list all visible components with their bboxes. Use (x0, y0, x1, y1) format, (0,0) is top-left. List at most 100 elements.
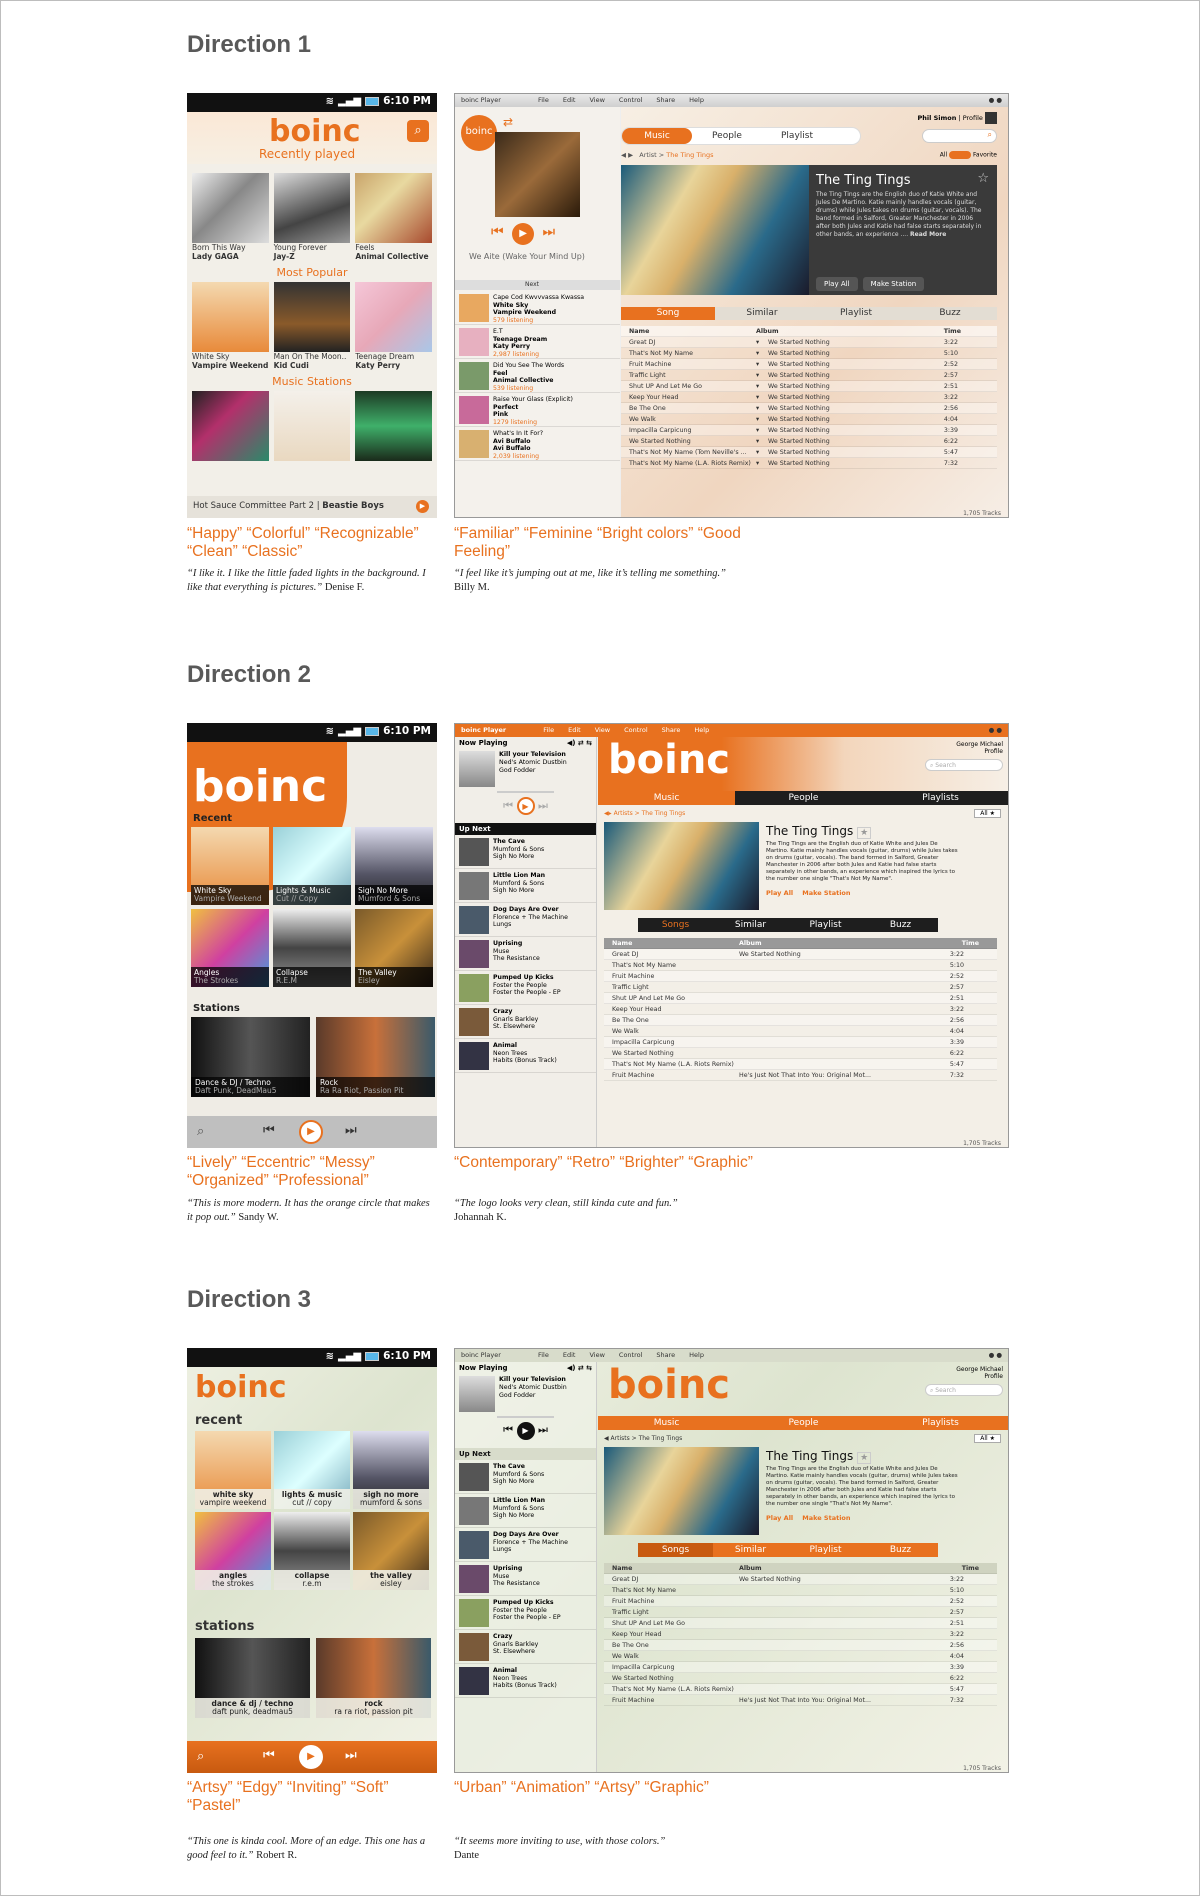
station-tile[interactable]: dance & dj / techno daft punk, deadmau5 (195, 1638, 310, 1718)
next-icon[interactable]: ⏭ (538, 1423, 548, 1436)
table-row[interactable]: That's Not My Name 5:10 (604, 960, 997, 971)
table-row[interactable]: Be The One 2:56 (604, 1015, 997, 1026)
table-row[interactable]: That's Not My Name (L.A. Riots Remix) 5:4… (604, 1059, 997, 1070)
subtab-similar[interactable]: Similar (715, 307, 809, 320)
queue-item[interactable]: Did You See The Words Feel Animal Collecti… (455, 359, 620, 393)
tab-people[interactable]: People (692, 128, 762, 144)
play-icon[interactable]: ▶ (299, 1745, 323, 1769)
album-tile[interactable]: white sky vampire weekend (195, 1431, 271, 1509)
queue-item[interactable]: Little Lion Man Mumford & Sons Sigh No Mor… (455, 869, 596, 903)
table-row[interactable]: Impacilla Carpicung ▾ We Started Nothing 3:… (621, 425, 997, 436)
previous-icon[interactable]: ⏮ (491, 224, 504, 240)
subtab-similar[interactable]: Similar (713, 918, 788, 932)
filter-all[interactable]: All ★ (974, 1434, 1001, 1443)
queue-item[interactable]: Crazy Gnarls Barkley St. Elsewhere (455, 1005, 596, 1039)
table-row[interactable]: Impacilla Carpicung 3:39 (604, 1037, 997, 1048)
row-menu-icon[interactable]: ▾ (756, 449, 768, 456)
queue-item[interactable]: The Cave Mumford & Sons Sigh No More (455, 835, 596, 869)
table-row[interactable]: That's Not My Name 5:10 (604, 1585, 997, 1596)
table-row[interactable]: That's Not My Name (Tom Neville's ... ▾ We… (621, 447, 997, 458)
album-cover[interactable] (273, 173, 351, 243)
row-menu-icon[interactable]: ▾ (756, 460, 768, 467)
shuffle-icon[interactable]: ⇄ (503, 115, 513, 129)
table-row[interactable]: Fruit Machine He's Just Not That Into You… (604, 1695, 997, 1706)
table-row[interactable]: Fruit Machine He's Just Not That Into You… (604, 1070, 997, 1081)
menu-item[interactable]: File (538, 1351, 549, 1359)
table-row[interactable]: Traffic Light 2:57 (604, 982, 997, 993)
album-tile[interactable]: collapse r.e.m (274, 1512, 350, 1590)
menu-item[interactable]: Edit (563, 1351, 576, 1359)
album-tile[interactable]: sigh no more mumford & sons (353, 1431, 429, 1509)
album-tile[interactable]: Lights & Music Cut // Copy (273, 827, 351, 905)
menu-item[interactable]: View (589, 1351, 604, 1359)
subtab-similar[interactable]: Similar (713, 1543, 788, 1557)
queue-item[interactable]: Crazy Gnarls Barkley St. Elsewhere (455, 1630, 596, 1664)
play-all-button[interactable]: Play All (816, 277, 858, 291)
subtab-song[interactable]: Song (621, 307, 715, 320)
play-icon[interactable]: ▶ (512, 223, 535, 245)
queue-item[interactable]: What's In It For? Avi Buffalo Avi Buffalo 2… (455, 427, 620, 461)
make-station-button[interactable]: Make Station (862, 277, 925, 291)
queue-item[interactable]: Animal Neon Trees Habits (Bonus Track) (455, 1664, 596, 1698)
album-tile[interactable]: Collapse R.E.M (273, 909, 351, 987)
queue-item[interactable]: Animal Neon Trees Habits (Bonus Track) (455, 1039, 596, 1073)
row-menu-icon[interactable]: ▾ (756, 361, 768, 368)
table-row[interactable]: Be The One 2:56 (604, 1640, 997, 1651)
table-row[interactable]: Great DJ We Started Nothing 3:22 (604, 1574, 997, 1585)
table-row[interactable]: Shut UP And Let Me Go 2:51 (604, 1618, 997, 1629)
subtab-songs[interactable]: Songs (638, 1543, 713, 1557)
table-row[interactable]: Traffic Light 2:57 (604, 1607, 997, 1618)
now-playing-bar[interactable]: Hot Sauce Committee Part 2 | Beastie Boy… (187, 496, 437, 518)
menu-item[interactable]: Control (619, 1351, 643, 1359)
star-icon[interactable]: ☆ (977, 171, 989, 186)
previous-icon[interactable]: ⏮ (503, 799, 513, 812)
tab-playlists[interactable]: Playlists (872, 1416, 1008, 1430)
table-row[interactable]: Fruit Machine ▾ We Started Nothing 2:52 (621, 359, 997, 370)
table-row[interactable]: We Walk 4:04 (604, 1651, 997, 1662)
album-tile[interactable]: Angles The Strokes (191, 909, 269, 987)
star-icon[interactable]: ★ (857, 1452, 872, 1464)
album-tile[interactable]: White Sky Vampire Weekend (191, 827, 269, 905)
menu-item[interactable]: Control (624, 726, 648, 734)
menu-item[interactable]: Edit (568, 726, 581, 734)
album-cover[interactable] (273, 282, 351, 352)
search-icon[interactable]: ⌕ (197, 1749, 204, 1764)
queue-item[interactable]: Pumped Up Kicks Foster the People Foster t… (455, 1596, 596, 1630)
table-row[interactable]: Keep Your Head ▾ We Started Nothing 3:22 (621, 392, 997, 403)
station-cover[interactable] (355, 391, 433, 461)
search-input[interactable]: ⌕ Search (925, 759, 1003, 771)
table-row[interactable]: Shut UP And Let Me Go ▾ We Started Nothing… (621, 381, 997, 392)
queue-item[interactable]: Uprising Muse The Resistance (455, 1562, 596, 1596)
menu-item[interactable]: View (589, 96, 604, 104)
tab-music[interactable]: Music (622, 128, 692, 144)
row-menu-icon[interactable]: ▾ (756, 427, 768, 434)
table-row[interactable]: We Started Nothing 6:22 (604, 1048, 997, 1059)
filter-toggle[interactable]: All Favorite (940, 151, 997, 159)
table-row[interactable]: We Walk 4:04 (604, 1026, 997, 1037)
tab-playlist[interactable]: Playlist (762, 128, 832, 144)
row-menu-icon[interactable]: ▾ (756, 350, 768, 357)
menu-item[interactable]: Help (689, 1351, 704, 1359)
next-icon[interactable]: ⏭ (345, 1123, 357, 1138)
station-tile[interactable]: Rock Ra Ra Riot, Passion Pit (316, 1017, 435, 1097)
back-icon[interactable]: ◀ (604, 1435, 609, 1442)
tab-music[interactable]: Music (598, 1416, 735, 1430)
make-station-link[interactable]: Make Station (802, 889, 850, 897)
station-cover[interactable] (273, 391, 351, 461)
queue-item[interactable]: E.T Teenage Dream Katy Perry 2,987 listenin… (455, 325, 620, 359)
queue-item[interactable]: Little Lion Man Mumford & Sons Sigh No Mor… (455, 1494, 596, 1528)
table-row[interactable]: We Started Nothing 6:22 (604, 1673, 997, 1684)
back-icon[interactable]: ◀ (621, 151, 626, 159)
volume-icon[interactable]: ◀) ⇄ ⇆ (567, 1364, 592, 1372)
table-row[interactable]: We Started Nothing ▾ We Started Nothing 6:2… (621, 436, 997, 447)
menu-item[interactable]: Edit (563, 96, 576, 104)
window-controls[interactable]: ● ● (989, 1351, 1002, 1359)
album-tile[interactable]: the valley eisley (353, 1512, 429, 1590)
table-row[interactable]: That's Not My Name (L.A. Riots Remix) 5:4… (604, 1684, 997, 1695)
album-tile[interactable]: The Valley Eisley (355, 909, 433, 987)
table-row[interactable]: That's Not My Name (L.A. Riots Remix) ▾ We… (621, 458, 997, 469)
window-controls[interactable]: ● ● (989, 726, 1002, 734)
table-row[interactable]: Traffic Light ▾ We Started Nothing 2:57 (621, 370, 997, 381)
album-cover[interactable] (192, 173, 269, 243)
station-tile[interactable]: Dance & DJ / Techno Daft Punk, DeadMau5 (191, 1017, 310, 1097)
